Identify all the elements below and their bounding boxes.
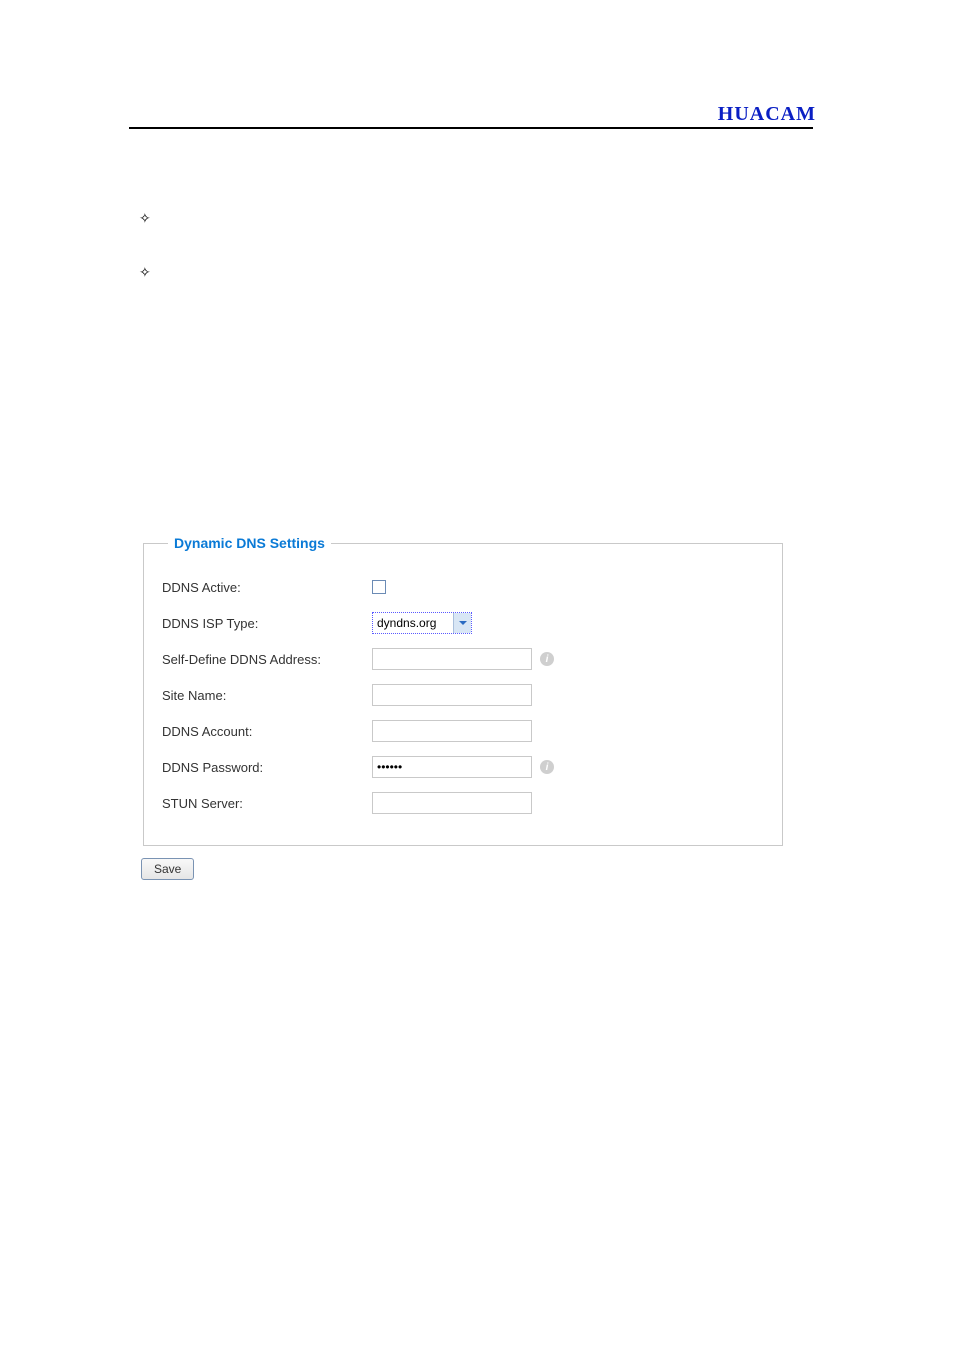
row-self-define-address: Self-Define DDNS Address: i [162,641,764,677]
ddns-account-input[interactable] [372,720,532,742]
brand-text: HUACAM [718,103,816,126]
row-stun-server: STUN Server: [162,785,764,821]
bullet-2: ✧ [139,264,151,281]
save-button[interactable]: Save [141,858,194,880]
info-icon: i [540,652,554,666]
ddns-panel-area: Dynamic DNS Settings DDNS Active: DDNS I… [141,535,785,880]
label-ddns-isp: DDNS ISP Type: [162,616,372,631]
label-self-define-address: Self-Define DDNS Address: [162,652,372,667]
label-ddns-account: DDNS Account: [162,724,372,739]
header-rule [129,127,813,129]
label-stun-server: STUN Server: [162,796,372,811]
ddns-isp-select-value: dyndns.org [377,616,453,630]
stun-server-input[interactable] [372,792,532,814]
site-name-input[interactable] [372,684,532,706]
chevron-down-icon [453,613,471,633]
bullet-1: ✧ [139,210,151,227]
row-ddns-active: DDNS Active: [162,569,764,605]
self-define-address-input[interactable] [372,648,532,670]
ddns-isp-select[interactable]: dyndns.org [372,612,472,634]
ddns-password-input[interactable] [372,756,532,778]
label-site-name: Site Name: [162,688,372,703]
ddns-active-checkbox[interactable] [372,580,386,594]
row-ddns-password: DDNS Password: i [162,749,764,785]
info-icon: i [540,760,554,774]
row-site-name: Site Name: [162,677,764,713]
row-ddns-account: DDNS Account: [162,713,764,749]
label-ddns-active: DDNS Active: [162,580,372,595]
ddns-fieldset: Dynamic DNS Settings DDNS Active: DDNS I… [143,535,783,846]
ddns-legend: Dynamic DNS Settings [168,535,331,551]
row-ddns-isp: DDNS ISP Type: dyndns.org [162,605,764,641]
label-ddns-password: DDNS Password: [162,760,372,775]
